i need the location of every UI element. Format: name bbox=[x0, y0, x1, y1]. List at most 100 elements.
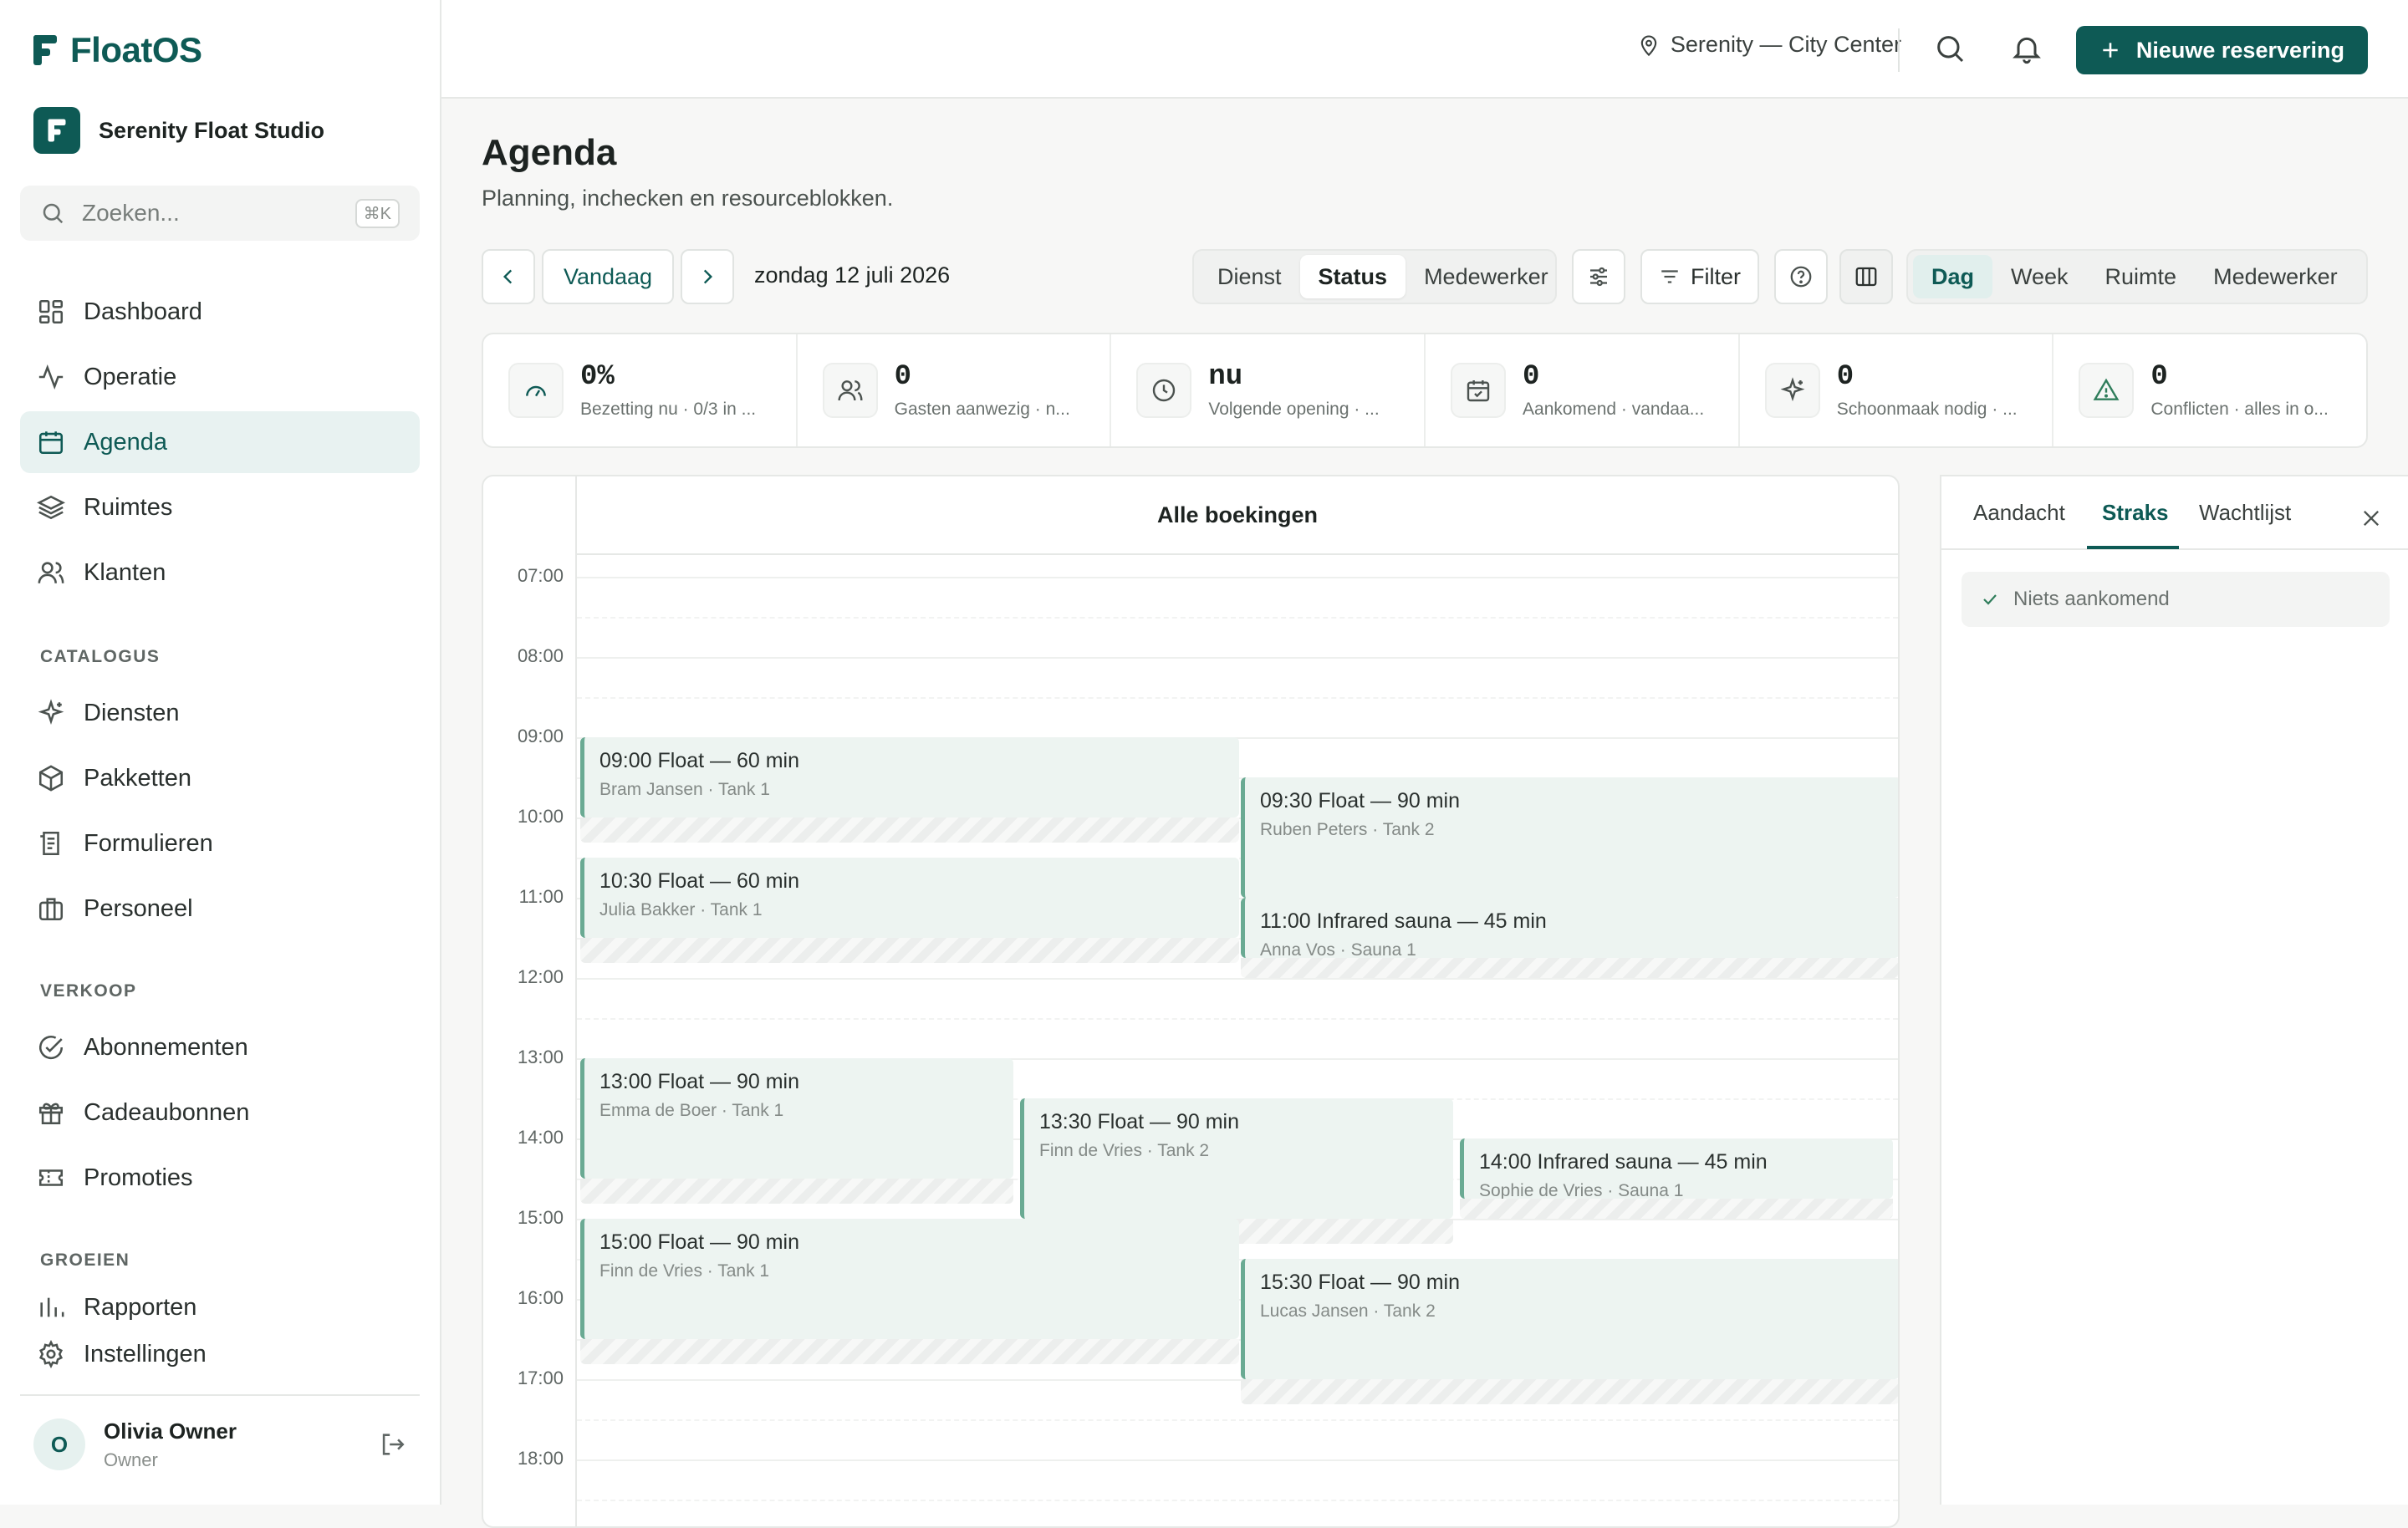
group-by-medewerker[interactable]: Medewerker bbox=[1406, 255, 1567, 298]
nav-item-instellingen[interactable]: Instellingen bbox=[20, 1332, 420, 1376]
nav-item-cadeaubonnen[interactable]: Cadeaubonnen bbox=[20, 1082, 420, 1143]
floatos-logo-icon bbox=[33, 35, 57, 65]
search-icon[interactable] bbox=[1933, 32, 1967, 65]
booking-event[interactable]: 09:00 Float — 60 min Bram Jansen · Tank 1 bbox=[580, 737, 1239, 817]
event-title: 09:30 Float — 90 min bbox=[1260, 789, 1461, 812]
stat-body: 0 Conflicten · alles in o... bbox=[2150, 361, 2328, 420]
stat-value: 0 bbox=[894, 361, 912, 393]
nav-label: Promoties bbox=[84, 1164, 193, 1191]
hour-gridline bbox=[577, 577, 1898, 578]
hour-gridline bbox=[577, 978, 1898, 980]
nav-section-groeien: GROEIEN bbox=[40, 1250, 130, 1270]
stat-occupancy[interactable]: 0% Bezetting nu · 0/3 in ... bbox=[483, 334, 798, 446]
nav-item-personeel[interactable]: Personeel bbox=[20, 878, 420, 940]
booking-event[interactable]: 15:00 Float — 90 min Finn de Vries · Tank… bbox=[580, 1219, 1239, 1339]
stat-icon-wrap bbox=[2079, 363, 2135, 418]
booking-event[interactable]: 14:00 Infrared sauna — 45 min Sophie de V… bbox=[1460, 1138, 1893, 1199]
stat-value: 0 bbox=[2150, 361, 2168, 393]
view-dag[interactable]: Dag bbox=[1913, 255, 1993, 298]
stat-label: Gasten aanwezig · n... bbox=[894, 400, 1070, 419]
half-hour-gridline bbox=[577, 617, 1898, 619]
search-icon bbox=[43, 203, 64, 224]
booking-event[interactable]: 09:30 Float — 90 min Ruben Peters · Tank … bbox=[1241, 777, 1898, 898]
stat-upcoming[interactable]: 0 Aankomend · vandaa... bbox=[1426, 334, 1740, 446]
hour-label: 07:00 bbox=[517, 565, 564, 586]
empty-state-text: Niets aankomend bbox=[2013, 588, 2170, 610]
app-logo[interactable]: FloatOS bbox=[32, 30, 202, 70]
studio-logo-icon bbox=[48, 119, 66, 142]
group-by-status[interactable]: Status bbox=[1299, 255, 1406, 298]
search-input[interactable]: Zoeken... ⌘K bbox=[20, 186, 420, 241]
stat-cleaning[interactable]: 0 Schoonmaak nodig · ... bbox=[1740, 334, 2054, 446]
nav-item-ruimtes[interactable]: Ruimtes bbox=[20, 476, 420, 538]
event-title: 15:30 Float — 90 min bbox=[1260, 1271, 1461, 1294]
stat-conflicts[interactable]: 0 Conflicten · alles in o... bbox=[2053, 334, 2366, 446]
nav-item-pakketten[interactable]: Pakketten bbox=[20, 747, 420, 809]
sparkle-icon bbox=[1780, 377, 1805, 402]
studio-switcher[interactable]: Serenity Float Studio bbox=[33, 107, 324, 154]
today-button[interactable]: Vandaag bbox=[542, 249, 674, 304]
booking-event[interactable]: 11:00 Infrared sauna — 45 min Anna Vos · … bbox=[1241, 898, 1898, 958]
stat-icon-wrap bbox=[1136, 363, 1192, 418]
location-selector[interactable]: Serenity — City Center bbox=[1637, 32, 1901, 58]
columns-view-button[interactable] bbox=[1839, 249, 1893, 304]
chevron-right-icon bbox=[703, 269, 713, 284]
help-icon bbox=[1790, 266, 1812, 288]
nav-item-diensten[interactable]: Diensten bbox=[20, 682, 420, 744]
view-ruimte[interactable]: Ruimte bbox=[2087, 255, 2196, 298]
bell-icon[interactable] bbox=[2010, 32, 2043, 65]
studio-name: Serenity Float Studio bbox=[99, 117, 325, 143]
hour-label: 10:00 bbox=[517, 806, 564, 827]
stat-icon-wrap bbox=[822, 363, 878, 418]
view-medewerker[interactable]: Medewerker bbox=[2195, 255, 2356, 298]
nav-item-klanten[interactable]: Klanten bbox=[20, 542, 420, 604]
booking-event[interactable]: 10:30 Float — 60 min Julia Bakker · Tank … bbox=[580, 858, 1239, 938]
booking-event[interactable]: 15:30 Float — 90 min Lucas Jansen · Tank … bbox=[1241, 1259, 1898, 1379]
package-icon bbox=[38, 765, 64, 792]
settings-sliders-button[interactable] bbox=[1572, 249, 1625, 304]
topbar-divider bbox=[1898, 28, 1900, 72]
booking-event[interactable]: 13:00 Float — 90 min Emma de Boer · Tank … bbox=[580, 1058, 1013, 1179]
nav-label: Formulieren bbox=[84, 829, 213, 857]
nav-item-dashboard[interactable]: Dashboard bbox=[20, 281, 420, 343]
new-booking-button[interactable]: Nieuwe reservering bbox=[2075, 26, 2368, 74]
hour-label: 13:00 bbox=[517, 1047, 564, 1067]
users-icon bbox=[838, 380, 863, 401]
view-week[interactable]: Week bbox=[1992, 255, 2087, 298]
app-name: FloatOS bbox=[70, 30, 202, 69]
user-profile: O Olivia Owner Owner bbox=[20, 1394, 420, 1493]
sidebar: FloatOS Serenity Float Studio Zoeken... … bbox=[0, 0, 441, 1505]
catalogus-nav: Diensten Pakketten Formulieren Personeel bbox=[20, 682, 420, 943]
calendar-column-header: Alle boekingen bbox=[577, 476, 1898, 555]
tab-wachtlijst[interactable]: Wachtlijst bbox=[2199, 500, 2291, 526]
nav-item-promoties[interactable]: Promoties bbox=[20, 1147, 420, 1209]
nav-item-rapporten[interactable]: Rapporten bbox=[20, 1286, 420, 1329]
nav-item-operatie[interactable]: Operatie bbox=[20, 346, 420, 408]
group-by-dienst[interactable]: Dienst bbox=[1199, 255, 1300, 298]
stat-guests[interactable]: 0 Gasten aanwezig · n... bbox=[798, 334, 1112, 446]
tab-aandacht[interactable]: Aandacht bbox=[1973, 500, 2065, 526]
tab-straks[interactable]: Straks bbox=[2102, 500, 2169, 526]
bar-chart-icon bbox=[40, 1297, 64, 1317]
booking-event[interactable]: 13:30 Float — 90 min Finn de Vries · Tank… bbox=[1020, 1098, 1453, 1219]
columns-icon bbox=[1855, 267, 1877, 287]
help-button[interactable] bbox=[1774, 249, 1828, 304]
check-icon bbox=[1983, 594, 1997, 605]
filter-button[interactable]: Filter bbox=[1640, 249, 1759, 304]
nav-item-abonnementen[interactable]: Abonnementen bbox=[20, 1016, 420, 1078]
logout-icon[interactable] bbox=[378, 1430, 406, 1459]
stat-body: 0 Gasten aanwezig · n... bbox=[895, 361, 1070, 420]
stat-next-opening[interactable]: nu Volgende opening · ... bbox=[1111, 334, 1426, 446]
half-hour-gridline bbox=[577, 1419, 1898, 1421]
hour-label: 08:00 bbox=[517, 645, 564, 666]
nav-item-formulieren[interactable]: Formulieren bbox=[20, 812, 420, 874]
stat-label: Conflicten · alles in o... bbox=[2150, 400, 2329, 419]
hour-label: 17:00 bbox=[517, 1368, 564, 1388]
stat-body: 0 Aankomend · vandaa... bbox=[1523, 361, 1704, 420]
close-icon[interactable] bbox=[2360, 507, 2383, 530]
next-day-button[interactable] bbox=[681, 249, 734, 304]
avatar[interactable]: O bbox=[33, 1418, 85, 1470]
prev-day-button[interactable] bbox=[482, 249, 535, 304]
nav-item-agenda[interactable]: Agenda bbox=[20, 411, 420, 473]
briefcase-icon bbox=[38, 898, 64, 921]
